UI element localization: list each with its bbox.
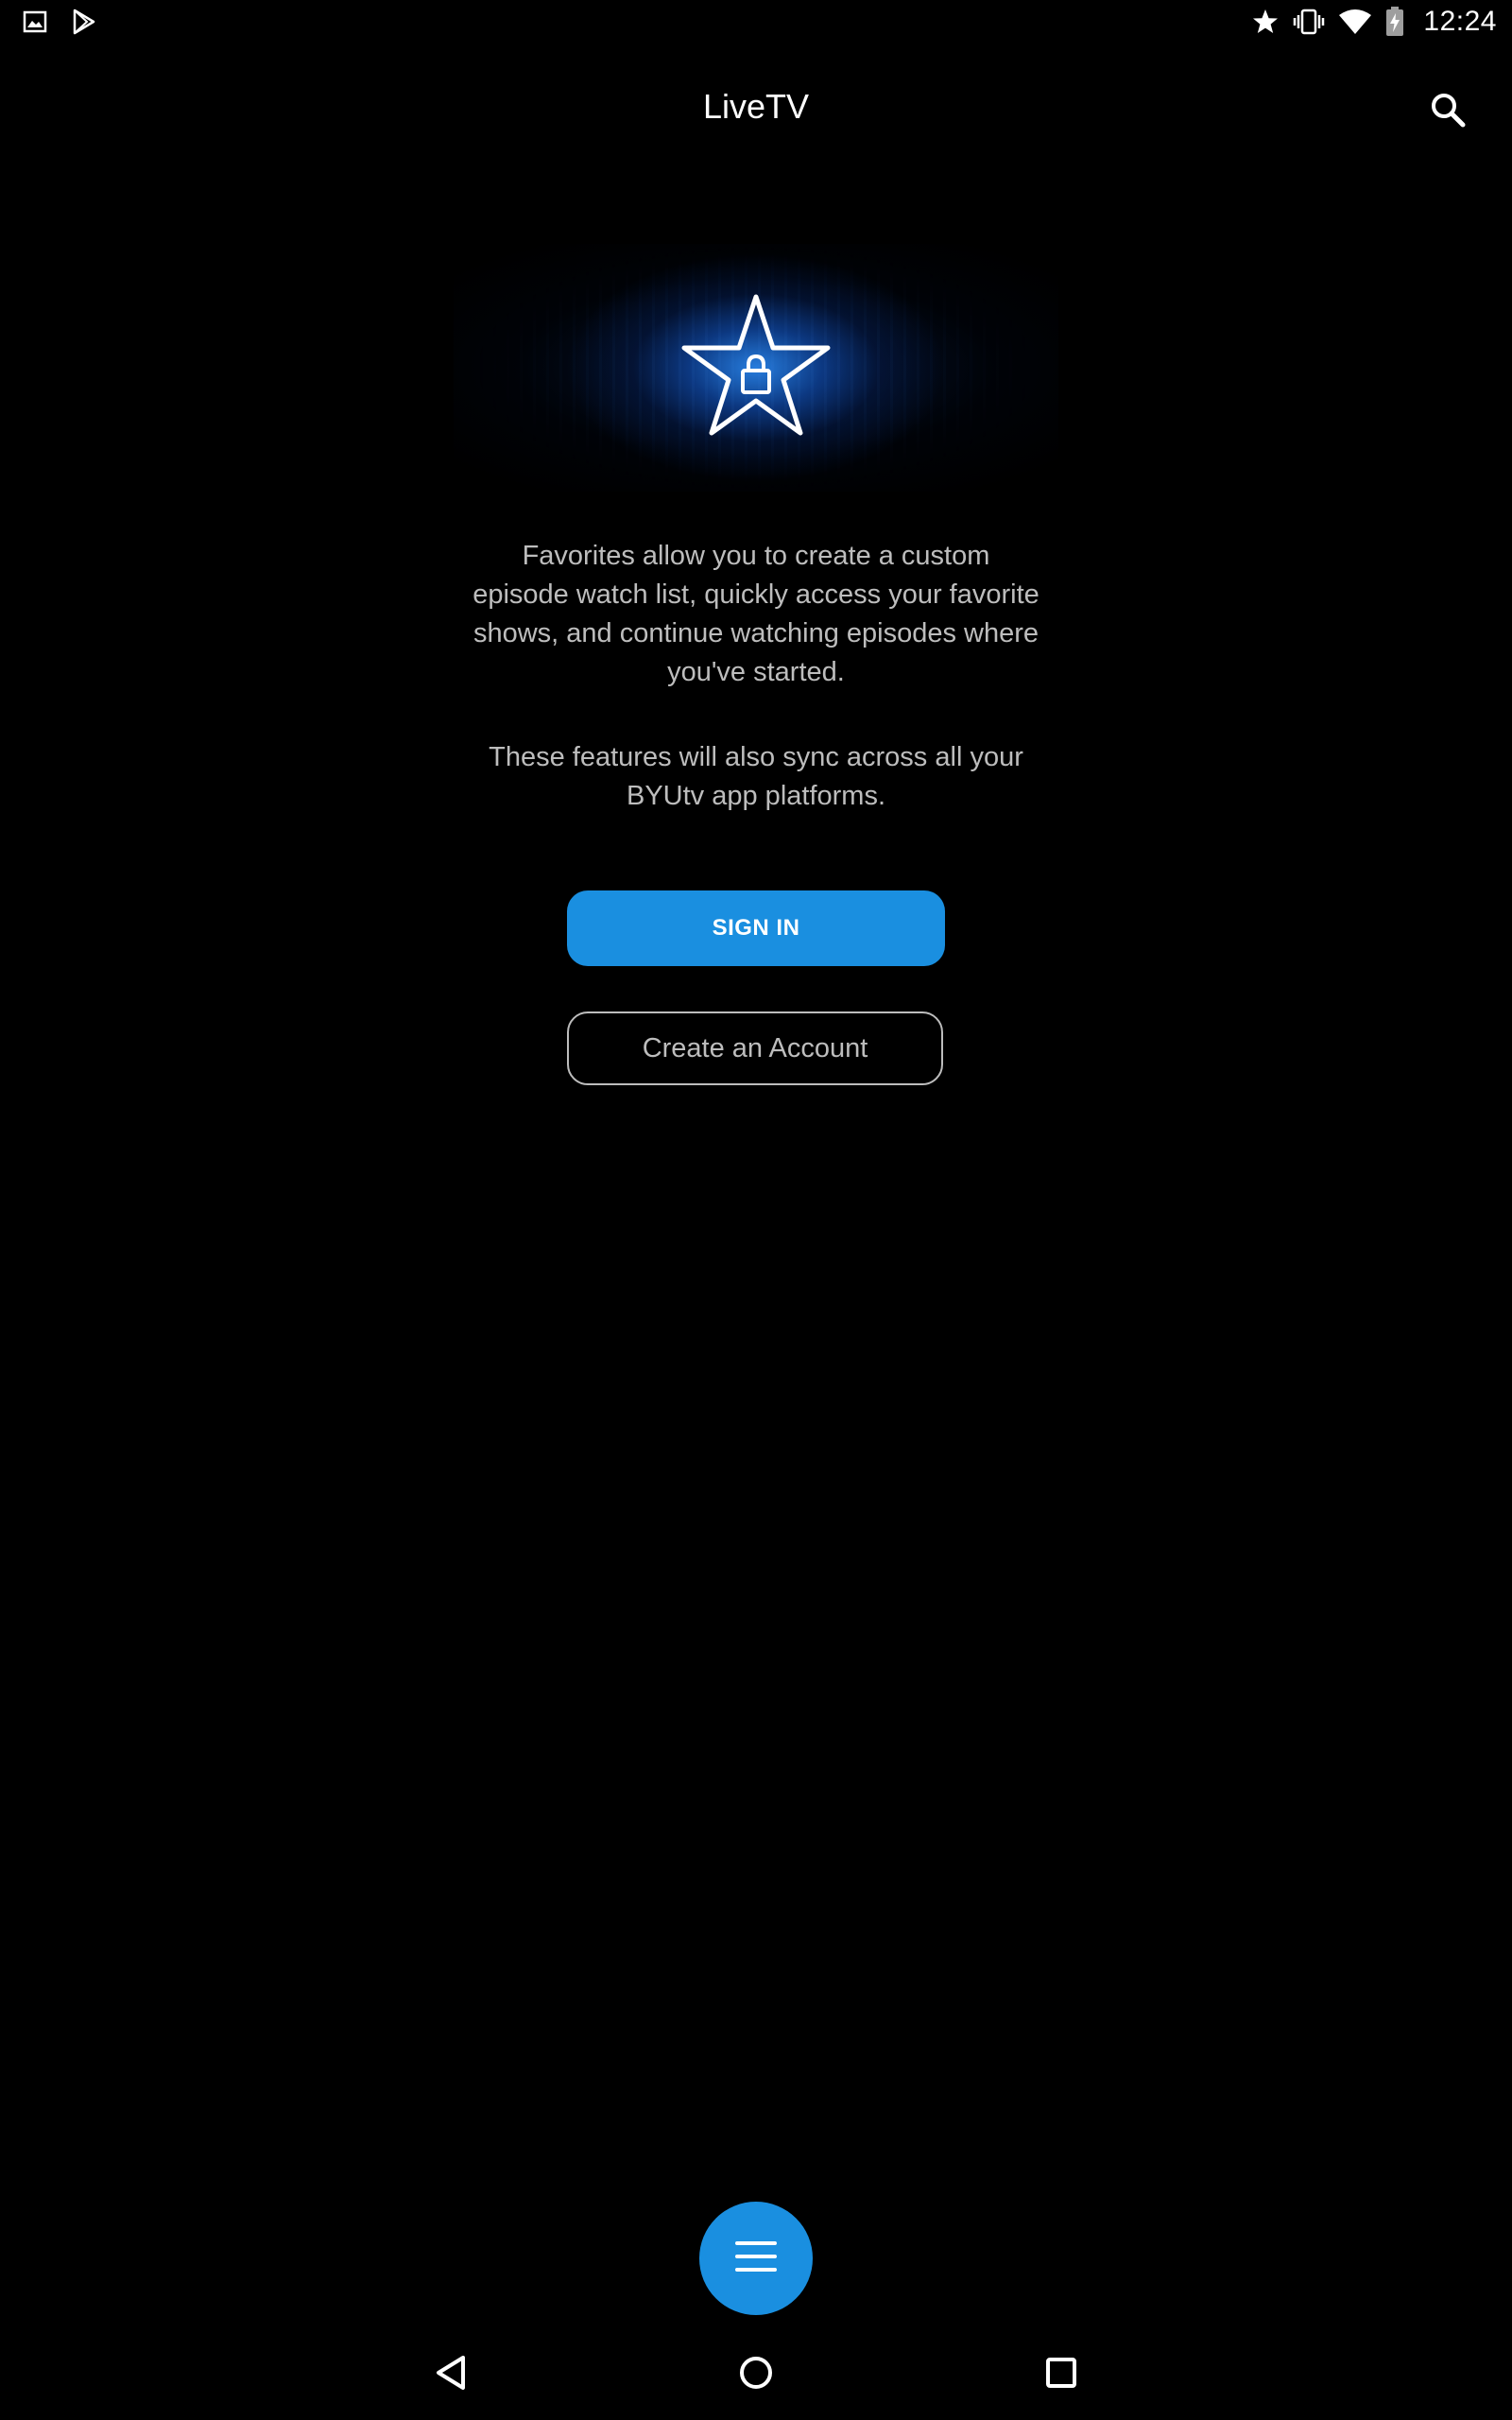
- page-title: LiveTV: [702, 87, 810, 126]
- sign-in-button[interactable]: SIGN IN: [567, 890, 945, 966]
- search-icon: [1429, 91, 1467, 133]
- menu-icon: [735, 2239, 777, 2278]
- home-button[interactable]: [728, 2346, 784, 2403]
- status-time: 12:24: [1423, 6, 1497, 37]
- favorites-description: Favorites allow you to create a custom e…: [472, 541, 1040, 687]
- recents-button[interactable]: [1033, 2346, 1090, 2403]
- create-account-button[interactable]: Create an Account: [567, 1011, 943, 1085]
- battery-charging-icon: [1385, 7, 1404, 37]
- play-store-icon: [70, 8, 98, 36]
- home-icon: [737, 2354, 775, 2396]
- favorites-hero-image: [454, 244, 1058, 492]
- status-left-icons: [23, 8, 98, 36]
- menu-fab[interactable]: [699, 2202, 813, 2315]
- back-button[interactable]: [422, 2346, 479, 2403]
- star-lock-icon: [681, 294, 831, 436]
- image-icon: [23, 9, 47, 34]
- status-bar: 12:24: [0, 0, 1512, 47]
- vibrate-icon: [1293, 8, 1325, 36]
- sync-description: These features will also sync across all…: [489, 742, 1023, 811]
- star-icon: [1251, 8, 1280, 36]
- wifi-icon: [1338, 8, 1372, 36]
- recents-icon: [1042, 2354, 1080, 2396]
- back-icon: [432, 2354, 470, 2396]
- navigation-bar: [0, 2329, 1512, 2420]
- status-right-icons: 12:24: [1251, 6, 1497, 38]
- app-bar: LiveTV: [0, 57, 1512, 161]
- search-button[interactable]: [1421, 85, 1474, 138]
